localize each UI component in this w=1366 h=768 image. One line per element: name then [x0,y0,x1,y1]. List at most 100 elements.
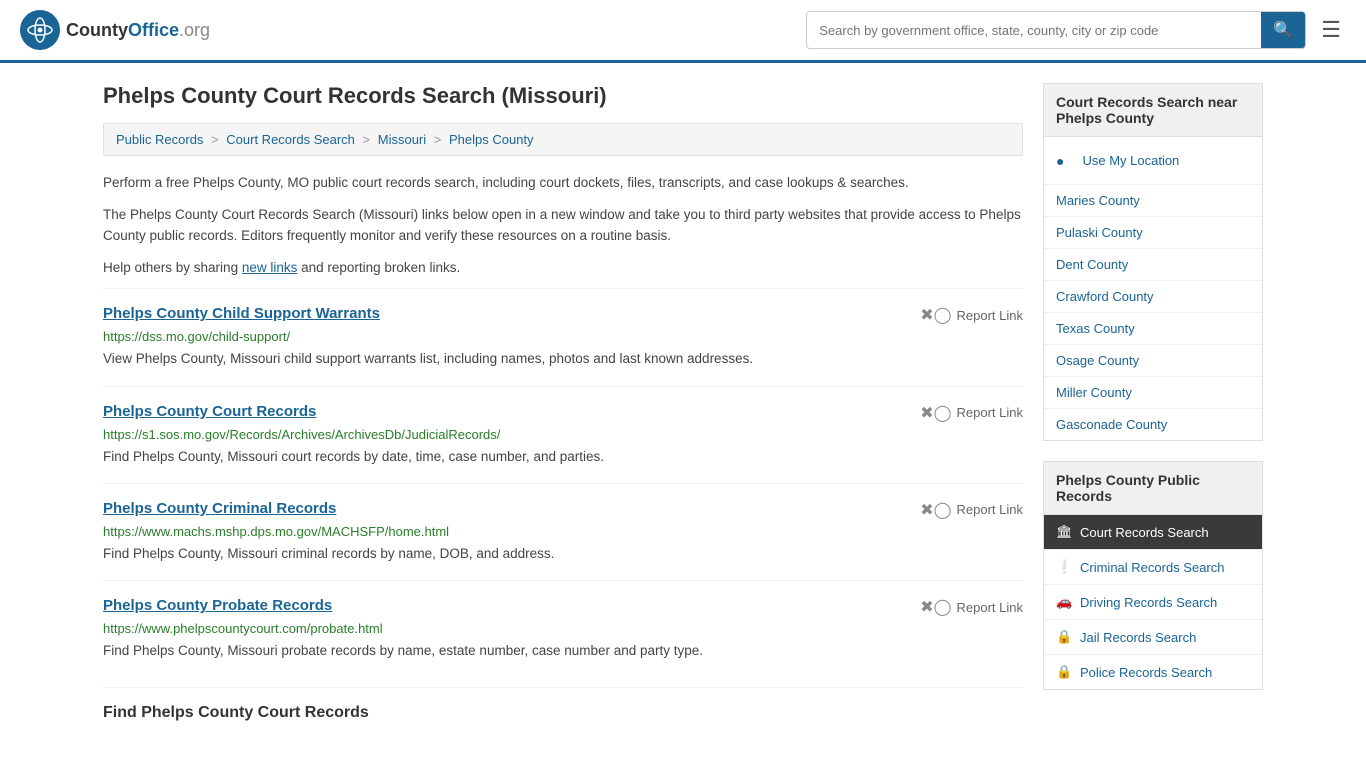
pr-label: Driving Records Search [1080,595,1217,610]
result-url: https://s1.sos.mo.gov/Records/Archives/A… [103,427,1023,442]
pr-label: Jail Records Search [1080,630,1196,645]
nearby-county-link[interactable]: Texas County [1044,313,1262,344]
result-url: https://www.machs.mshp.dps.mo.gov/MACHSF… [103,524,1023,539]
pr-icon: 🔒 [1056,664,1072,680]
nearby-county-item: Crawford County [1044,281,1262,313]
report-link[interactable]: ✖◯ Report Link [920,305,1023,325]
intro-text-1: Perform a free Phelps County, MO public … [103,172,1023,194]
report-label: Report Link [957,405,1023,420]
logo-icon [20,10,60,50]
logo-area: CountyOffice.org [20,10,210,50]
nearby-county-item: Maries County [1044,185,1262,217]
result-header: Phelps County Probate Records ✖◯ Report … [103,597,1023,617]
nearby-county-item: Texas County [1044,313,1262,345]
result-title[interactable]: Phelps County Court Records [103,403,316,420]
report-label: Report Link [957,502,1023,517]
public-records-heading: Phelps County Public Records [1043,461,1263,514]
nearby-county-link[interactable]: Maries County [1044,185,1262,216]
breadcrumb-court-records[interactable]: Court Records Search [226,132,355,147]
result-item: Phelps County Probate Records ✖◯ Report … [103,580,1023,677]
pr-icon: 🚗 [1056,594,1072,610]
result-item: Phelps County Court Records ✖◯ Report Li… [103,386,1023,483]
result-title[interactable]: Phelps County Child Support Warrants [103,305,380,322]
result-item: Phelps County Criminal Records ✖◯ Report… [103,483,1023,580]
nearby-section: Court Records Search near Phelps County … [1043,83,1263,441]
pr-icon: ❕ [1056,559,1072,575]
header-right: 🔍 ☰ [806,11,1346,49]
nearby-county-item: Gasconade County [1044,409,1262,440]
nearby-county-link[interactable]: Dent County [1044,249,1262,280]
result-desc: View Phelps County, Missouri child suppo… [103,349,1023,369]
public-records-link[interactable]: 🔒 Jail Records Search [1044,620,1262,654]
new-links-link[interactable]: new links [242,260,298,275]
result-desc: Find Phelps County, Missouri criminal re… [103,544,1023,564]
result-url: https://www.phelpscountycourt.com/probat… [103,621,1023,636]
find-section-title: Find Phelps County Court Records [103,687,1023,722]
result-desc: Find Phelps County, Missouri probate rec… [103,641,1023,661]
menu-icon[interactable]: ☰ [1316,12,1346,48]
intro-text-2: The Phelps County Court Records Search (… [103,204,1023,247]
nearby-county-link[interactable]: Crawford County [1044,281,1262,312]
result-title[interactable]: Phelps County Probate Records [103,597,332,614]
report-icon: ✖◯ [920,305,951,325]
public-records-link[interactable]: 🏛 Court Records Search [1044,515,1262,549]
result-title[interactable]: Phelps County Criminal Records [103,500,336,517]
public-records-item: ❕ Criminal Records Search [1044,550,1262,585]
pr-label: Police Records Search [1080,665,1212,680]
nearby-heading: Court Records Search near Phelps County [1043,83,1263,136]
sidebar: Court Records Search near Phelps County … [1043,83,1263,722]
nearby-county-link[interactable]: Gasconade County [1044,409,1262,440]
public-records-item: 🚗 Driving Records Search [1044,585,1262,620]
nearby-list: ● Use My Location Maries CountyPulaski C… [1043,136,1263,441]
nearby-county-link[interactable]: Pulaski County [1044,217,1262,248]
public-records-section: Phelps County Public Records 🏛 Court Rec… [1043,461,1263,690]
nearby-county-link[interactable]: Osage County [1044,345,1262,376]
public-records-item: 🔒 Jail Records Search [1044,620,1262,655]
result-header: Phelps County Child Support Warrants ✖◯ … [103,305,1023,325]
report-link[interactable]: ✖◯ Report Link [920,597,1023,617]
nearby-county-item: Osage County [1044,345,1262,377]
breadcrumb-public-records[interactable]: Public Records [116,132,203,147]
nearby-county-item: Miller County [1044,377,1262,409]
report-link[interactable]: ✖◯ Report Link [920,500,1023,520]
nearby-county-link[interactable]: Miller County [1044,377,1262,408]
search-input[interactable] [807,15,1261,46]
results-list: Phelps County Child Support Warrants ✖◯ … [103,288,1023,677]
result-item: Phelps County Child Support Warrants ✖◯ … [103,288,1023,385]
result-desc: Find Phelps County, Missouri court recor… [103,447,1023,467]
nearby-county-item: Pulaski County [1044,217,1262,249]
report-link[interactable]: ✖◯ Report Link [920,403,1023,423]
location-pin-icon: ● [1056,153,1064,169]
public-records-link[interactable]: ❕ Criminal Records Search [1044,550,1262,584]
result-header: Phelps County Criminal Records ✖◯ Report… [103,500,1023,520]
logo-text: CountyOffice.org [66,20,210,41]
report-label: Report Link [957,600,1023,615]
page-title: Phelps County Court Records Search (Miss… [103,83,1023,109]
pr-icon: 🔒 [1056,629,1072,645]
pr-icon: 🏛 [1056,524,1072,540]
public-records-item: 🏛 Court Records Search [1044,515,1262,550]
pr-label: Court Records Search [1080,525,1209,540]
public-records-item: 🔒 Police Records Search [1044,655,1262,689]
public-records-list: 🏛 Court Records Search ❕ Criminal Record… [1043,514,1263,690]
breadcrumb-phelps-county[interactable]: Phelps County [449,132,534,147]
result-header: Phelps County Court Records ✖◯ Report Li… [103,403,1023,423]
pr-label: Criminal Records Search [1080,560,1225,575]
content-area: Phelps County Court Records Search (Miss… [103,83,1023,722]
search-box: 🔍 [806,11,1306,49]
search-button[interactable]: 🔍 [1261,12,1305,48]
report-label: Report Link [957,308,1023,323]
public-records-link[interactable]: 🔒 Police Records Search [1044,655,1262,689]
nearby-county-item: Dent County [1044,249,1262,281]
main-container: Phelps County Court Records Search (Miss… [83,63,1283,742]
breadcrumb: Public Records > Court Records Search > … [103,123,1023,156]
report-icon: ✖◯ [920,597,951,617]
use-my-location-link[interactable]: Use My Location [1070,145,1191,176]
breadcrumb-missouri[interactable]: Missouri [378,132,426,147]
public-records-link[interactable]: 🚗 Driving Records Search [1044,585,1262,619]
report-icon: ✖◯ [920,403,951,423]
report-icon: ✖◯ [920,500,951,520]
result-url: https://dss.mo.gov/child-support/ [103,329,1023,344]
site-header: CountyOffice.org 🔍 ☰ [0,0,1366,63]
use-my-location-item: ● Use My Location [1044,137,1262,185]
